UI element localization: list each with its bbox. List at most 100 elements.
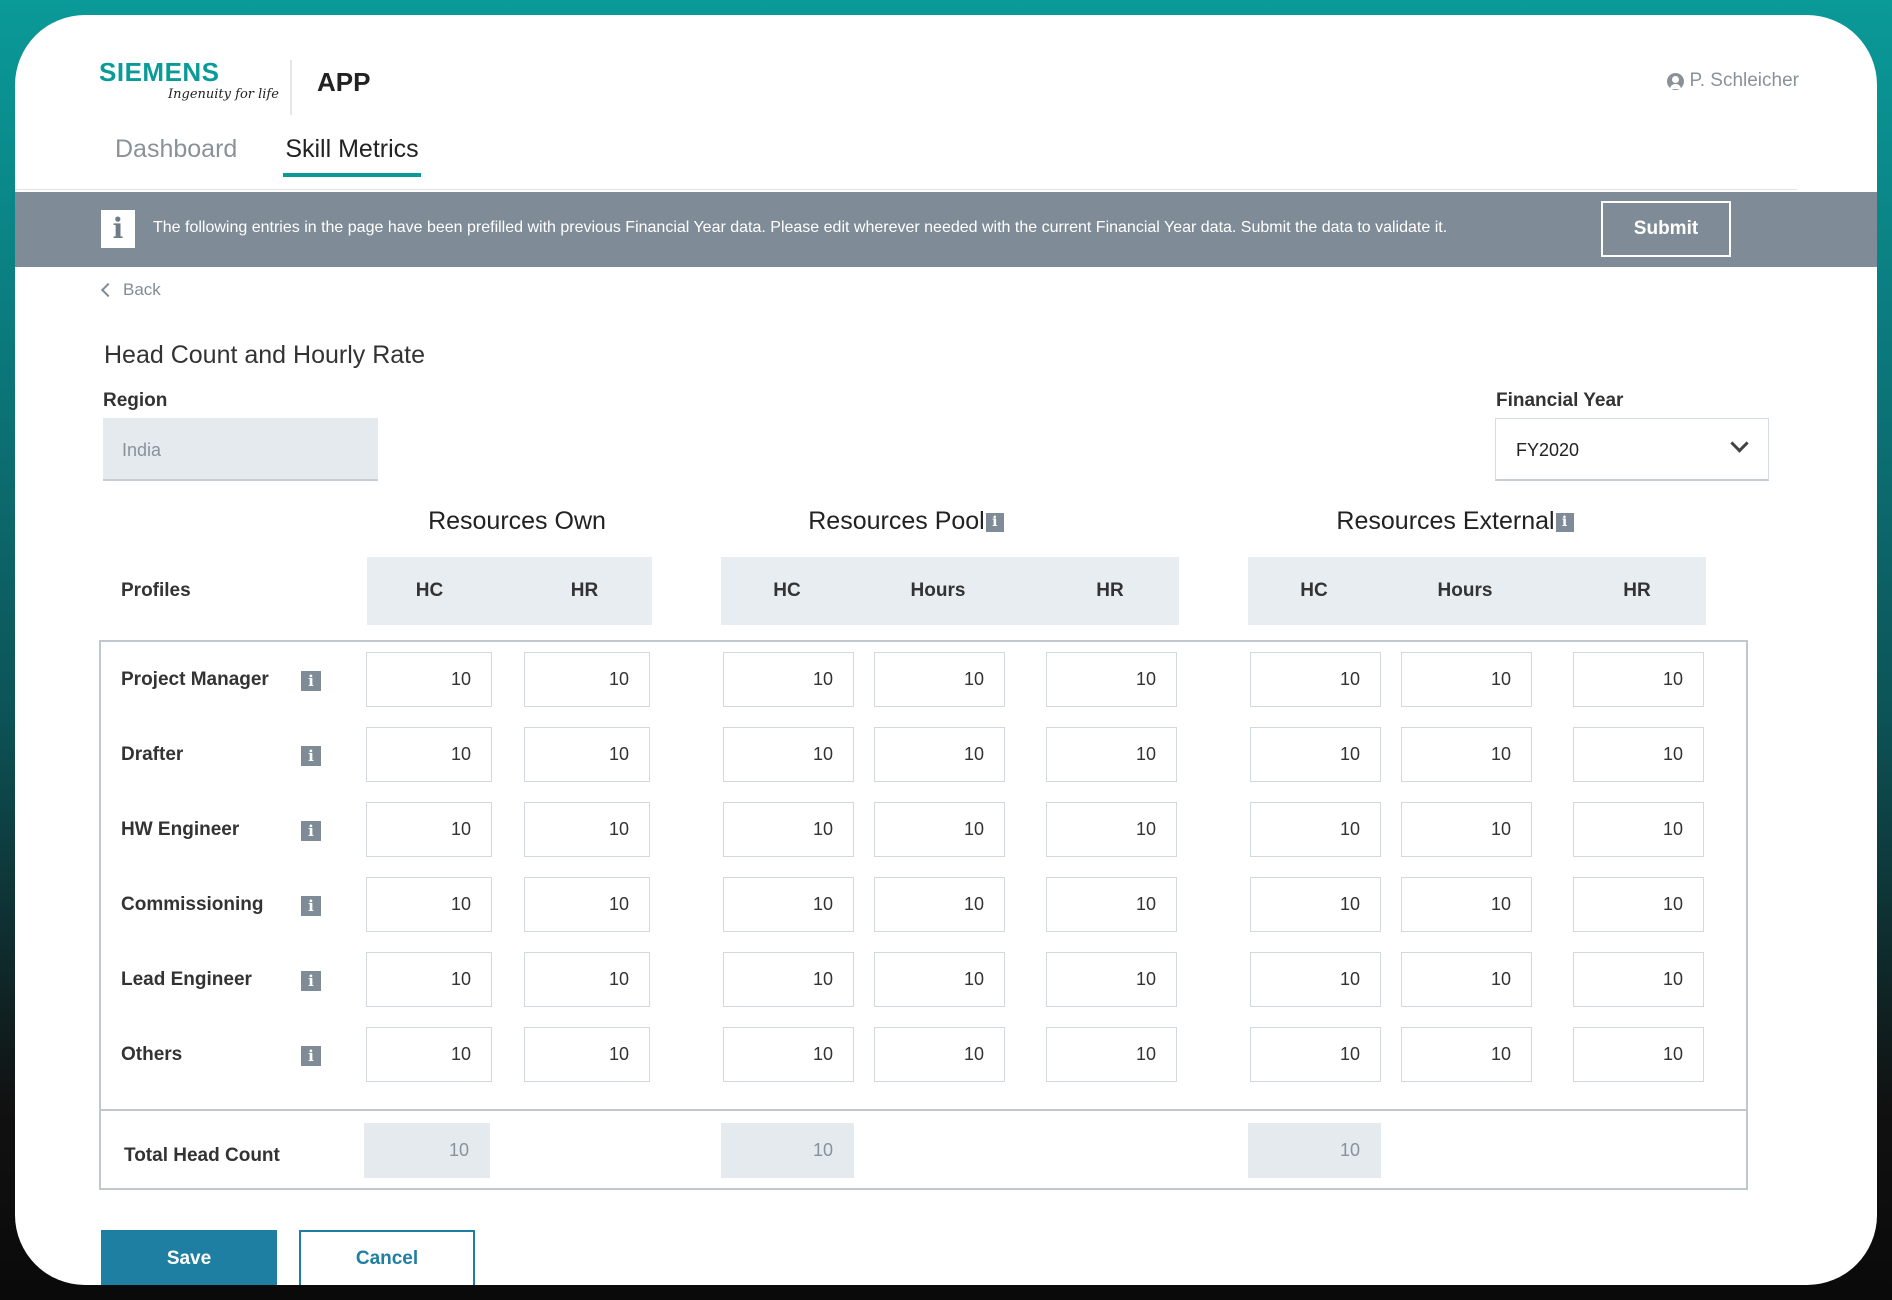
- page-title: Head Count and Hourly Rate: [104, 341, 426, 369]
- cell-pool-hr[interactable]: [1046, 727, 1177, 782]
- cell-external-hc[interactable]: [1250, 1027, 1381, 1082]
- cell-external-hr[interactable]: [1573, 952, 1704, 1007]
- group-title-resources-pool: Resources Pool i: [721, 507, 1091, 536]
- cell-pool-hr[interactable]: [1046, 952, 1177, 1007]
- column-header-hc: HC: [1300, 580, 1328, 601]
- chevron-left-icon: [100, 282, 116, 298]
- cell-external-hours[interactable]: [1401, 727, 1532, 782]
- cell-pool-hours[interactable]: [874, 1027, 1005, 1082]
- cell-external-hc[interactable]: [1250, 727, 1381, 782]
- cell-own-hc[interactable]: [366, 727, 492, 782]
- cell-own-hc[interactable]: [366, 952, 492, 1007]
- cell-pool-hours[interactable]: [874, 652, 1005, 707]
- cell-own-hc[interactable]: [366, 1027, 492, 1082]
- chevron-down-icon: [1730, 434, 1749, 453]
- column-header-hc: HC: [773, 580, 801, 601]
- total-hc-pool: [721, 1123, 854, 1178]
- app-window: SIEMENS Ingenuity for life APP P. Schlei…: [15, 15, 1877, 1285]
- cancel-button[interactable]: Cancel: [299, 1230, 475, 1285]
- cell-pool-hours[interactable]: [874, 802, 1005, 857]
- info-icon[interactable]: i: [301, 971, 321, 991]
- cell-own-hr[interactable]: [524, 877, 650, 932]
- cell-external-hours[interactable]: [1401, 652, 1532, 707]
- save-button[interactable]: Save: [101, 1230, 277, 1285]
- cell-pool-hc[interactable]: [723, 1027, 854, 1082]
- total-hc-external: [1248, 1123, 1381, 1178]
- column-header-hr: HR: [1096, 580, 1124, 601]
- cell-external-hc[interactable]: [1250, 877, 1381, 932]
- cell-external-hours[interactable]: [1401, 1027, 1532, 1082]
- info-icon[interactable]: i: [301, 746, 321, 766]
- cell-external-hr[interactable]: [1573, 802, 1704, 857]
- cell-external-hc[interactable]: [1250, 652, 1381, 707]
- tab-dashboard[interactable]: Dashboard: [113, 133, 239, 183]
- cell-own-hr[interactable]: [524, 727, 650, 782]
- info-icon[interactable]: i: [301, 671, 321, 691]
- financial-year-select[interactable]: FY2020: [1495, 418, 1769, 481]
- cell-pool-hc[interactable]: [723, 652, 854, 707]
- cell-own-hc[interactable]: [366, 652, 492, 707]
- back-label: Back: [123, 280, 161, 299]
- info-icon[interactable]: i: [1555, 513, 1574, 532]
- cell-own-hr[interactable]: [524, 952, 650, 1007]
- financial-year-label: Financial Year: [1496, 390, 1624, 411]
- profile-label: HW Engineer: [121, 819, 240, 840]
- cell-external-hours[interactable]: [1401, 877, 1532, 932]
- cell-external-hr[interactable]: [1573, 727, 1704, 782]
- user-menu[interactable]: P. Schleicher: [1666, 70, 1799, 92]
- profile-label: Others: [121, 1044, 183, 1065]
- info-icon[interactable]: i: [301, 896, 321, 916]
- cell-own-hc[interactable]: [366, 877, 492, 932]
- column-header-hc: HC: [415, 580, 444, 601]
- column-header-hr: HR: [570, 580, 599, 601]
- region-field: India: [103, 418, 378, 481]
- cell-external-hr[interactable]: [1573, 877, 1704, 932]
- header-block-own: HC HR: [367, 557, 652, 625]
- submit-button[interactable]: Submit: [1601, 201, 1731, 257]
- cell-pool-hr[interactable]: [1046, 652, 1177, 707]
- info-icon[interactable]: i: [301, 821, 321, 841]
- cell-external-hc[interactable]: [1250, 802, 1381, 857]
- tab-skill-metrics[interactable]: Skill Metrics: [283, 133, 422, 183]
- cell-pool-hours[interactable]: [874, 727, 1005, 782]
- app-title: APP: [317, 67, 371, 97]
- total-head-count-label: Total Head Count: [124, 1145, 280, 1166]
- cell-own-hc[interactable]: [366, 802, 492, 857]
- siemens-logo: SIEMENS Ingenuity for life: [99, 58, 279, 118]
- cell-external-hours[interactable]: [1401, 952, 1532, 1007]
- cell-own-hr[interactable]: [524, 802, 650, 857]
- cell-external-hc[interactable]: [1250, 952, 1381, 1007]
- logo-wordmark: SIEMENS: [99, 57, 220, 87]
- info-icon[interactable]: i: [985, 513, 1004, 532]
- info-banner: i The following entries in the page have…: [15, 192, 1877, 267]
- header-block-external: HC Hours HR: [1248, 557, 1706, 625]
- cell-pool-hr[interactable]: [1046, 877, 1177, 932]
- financial-year-value: FY2020: [1516, 440, 1580, 460]
- banner-message: The following entries in the page have b…: [153, 219, 1448, 236]
- cell-own-hr[interactable]: [524, 1027, 650, 1082]
- column-header-hr: HR: [1623, 580, 1651, 601]
- profile-label: Lead Engineer: [121, 969, 252, 990]
- cell-pool-hc[interactable]: [723, 952, 854, 1007]
- total-hc-own: [364, 1123, 490, 1178]
- cell-pool-hc[interactable]: [723, 802, 854, 857]
- main-tabs: Dashboard Skill Metrics: [113, 133, 422, 183]
- cell-external-hr[interactable]: [1573, 652, 1704, 707]
- header-divider: [290, 60, 292, 115]
- group-title-resources-own: Resources Own: [428, 507, 606, 535]
- cell-pool-hours[interactable]: [874, 877, 1005, 932]
- cell-pool-hc[interactable]: [723, 877, 854, 932]
- cell-pool-hr[interactable]: [1046, 802, 1177, 857]
- cell-pool-hr[interactable]: [1046, 1027, 1177, 1082]
- cell-external-hr[interactable]: [1573, 1027, 1704, 1082]
- cell-pool-hours[interactable]: [874, 952, 1005, 1007]
- info-icon: i: [101, 210, 135, 248]
- cell-own-hr[interactable]: [524, 652, 650, 707]
- cell-external-hours[interactable]: [1401, 802, 1532, 857]
- region-label: Region: [103, 390, 168, 411]
- column-header-hours: Hours: [910, 580, 966, 601]
- info-icon[interactable]: i: [301, 1046, 321, 1066]
- cell-pool-hc[interactable]: [723, 727, 854, 782]
- back-link[interactable]: Back: [100, 280, 161, 300]
- profile-label: Commissioning: [121, 894, 264, 915]
